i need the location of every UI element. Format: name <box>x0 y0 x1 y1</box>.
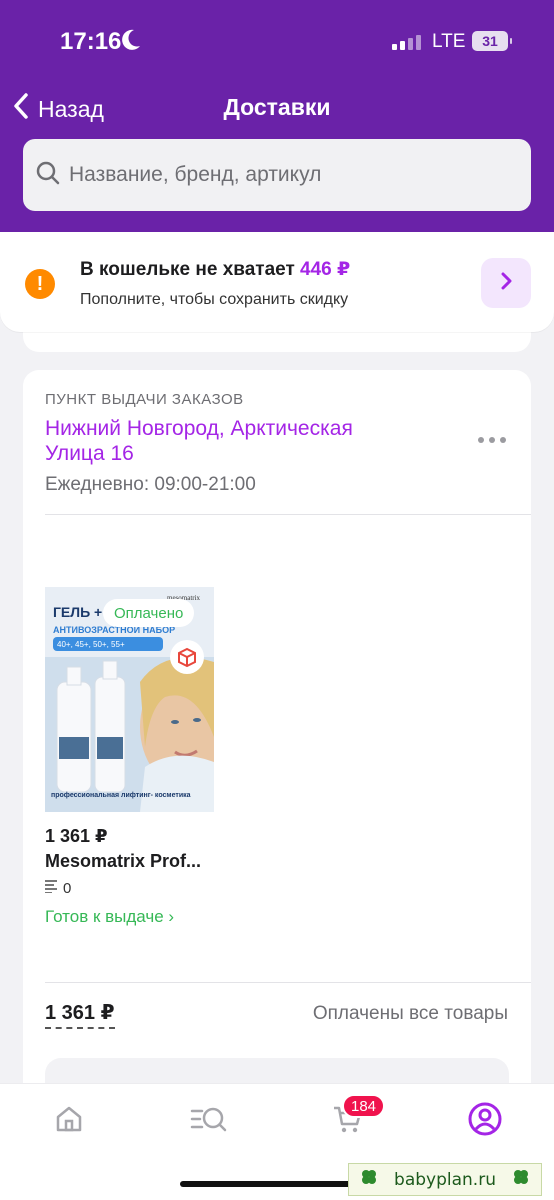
image-tagline: профессиональная лифтинг- косметика <box>51 792 191 799</box>
moon-icon <box>120 28 142 57</box>
wallet-subtitle: Пополните, чтобы сохранить скидку <box>80 291 349 308</box>
product-quantity: 0 <box>45 879 71 897</box>
tab-catalog[interactable] <box>187 1099 231 1139</box>
page-title: Доставки <box>223 94 331 120</box>
ready-for-pickup-link[interactable]: Готов к выдаче › <box>45 907 174 927</box>
pickup-point-label: ПУНКТ ВЫДАЧИ ЗАКАЗОВ <box>45 391 244 408</box>
wallet-topup-button[interactable] <box>481 258 531 308</box>
image-headline: ГЕЛЬ + <box>53 604 102 620</box>
home-icon <box>56 1106 82 1132</box>
list-icon <box>45 879 57 897</box>
nav-bar: Назад Доставки <box>0 80 554 134</box>
chevron-right-icon <box>499 271 513 296</box>
product-name[interactable]: Mesomatrix Prof... <box>45 851 201 872</box>
product-price: 1 361 ₽ <box>45 826 108 846</box>
more-options-icon[interactable] <box>478 433 510 447</box>
order-total[interactable]: 1 361 ₽ <box>45 1000 115 1029</box>
paid-badge: Оплачено <box>103 599 195 627</box>
watermark-text: babyplan.ru <box>394 1169 496 1190</box>
search-input[interactable] <box>69 163 509 187</box>
payment-status: Оплачены все товары <box>312 1003 508 1024</box>
pickup-point-hours: Ежедневно: 09:00-21:00 <box>45 474 256 495</box>
status-time: 17:16 <box>60 28 122 55</box>
search-bar[interactable] <box>23 139 531 211</box>
tab-profile[interactable] <box>465 1099 505 1139</box>
warning-icon: ! <box>25 269 55 299</box>
wallet-card[interactable] <box>0 232 554 332</box>
catalog-search-icon <box>190 1107 227 1132</box>
home-indicator <box>180 1181 376 1187</box>
pickup-point-address[interactable]: Нижний Новгород, Арктическая Улица 16 <box>45 416 405 466</box>
clover-icon <box>359 1167 379 1192</box>
status-bar: 17:16 LTE 31 <box>0 0 554 80</box>
return-box-icon <box>170 640 204 674</box>
cart-count-badge: 184 <box>342 1094 386 1118</box>
tab-home[interactable] <box>49 1099 89 1139</box>
signal-icon <box>392 34 421 50</box>
profile-icon <box>468 1102 502 1136</box>
search-icon <box>35 160 61 191</box>
wallet-title: В кошельке не хватает 446 ₽ <box>80 258 350 281</box>
watermark: babyplan.ru <box>348 1163 542 1196</box>
wallet-title-text: В кошельке не хватает <box>80 259 301 280</box>
wallet-amount: 446 ₽ <box>300 259 351 280</box>
image-ages: 40+, 45+, 50+, 55+ <box>57 640 125 649</box>
clover-icon <box>511 1167 531 1192</box>
divider <box>45 514 531 515</box>
battery-icon: 31 <box>472 31 512 51</box>
network-type: LTE <box>432 31 466 52</box>
quantity-value: 0 <box>63 879 72 897</box>
divider <box>45 982 531 983</box>
